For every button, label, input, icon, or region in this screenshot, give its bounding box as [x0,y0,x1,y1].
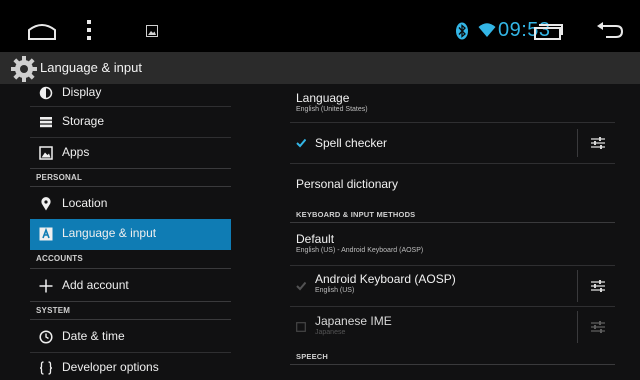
storage-icon [40,117,52,128]
divider [290,364,615,365]
section-header-accounts: ACCOUNTS [36,254,83,263]
sidebar-item-location[interactable]: Location [30,189,231,220]
divider [30,186,231,187]
bluetooth-icon [456,22,468,40]
wifi-icon [478,23,496,37]
pref-android-keyboard[interactable]: Android Keyboard (AOSP) English (US) [290,266,615,306]
sidebar-item-developer-options[interactable]: Developer options [30,353,231,380]
pref-title: Japanese IME [315,314,392,328]
pref-summary: English (US) - Android Keyboard (AOSP) [296,247,424,254]
content-area: Display Storage Apps PERSONAL Location L… [0,84,640,380]
divider [577,129,578,157]
japanese-ime-settings-icon[interactable] [590,320,606,334]
pref-title: Personal dictionary [296,177,399,191]
pref-summary: English (US) [315,287,355,294]
sidebar-item-label: Display [62,85,102,99]
preferences-pane: Language English (United States) Spell c… [290,84,615,380]
sidebar-item-label: Date & time [62,329,125,343]
android-keyboard-settings-icon[interactable] [590,279,606,293]
section-header-personal: PERSONAL [36,173,83,182]
home-icon[interactable] [27,21,57,41]
add-icon [39,279,53,293]
japanese-ime-checkbox[interactable] [296,322,306,332]
category-keyboard-input-methods: KEYBOARD & INPUT METHODS [296,210,416,219]
divider [30,319,231,320]
divider [30,168,231,169]
back-icon[interactable] [596,21,624,39]
pref-summary: Japanese [315,329,346,336]
braces-icon [39,361,53,375]
sidebar-item-label: Apps [62,145,90,159]
divider [30,301,231,302]
pref-title: Android Keyboard (AOSP) [315,272,456,286]
spell-checker-settings-icon[interactable] [590,136,606,150]
settings-sidebar: Display Storage Apps PERSONAL Location L… [30,84,231,380]
section-header-system: SYSTEM [36,306,71,315]
spell-checker-checkbox[interactable] [296,138,306,148]
sidebar-item-label: Storage [62,114,105,128]
pref-spell-checker[interactable]: Spell checker [290,123,615,163]
display-icon [39,86,53,100]
recent-apps-icon[interactable] [534,24,564,40]
screenshot-icon [146,25,158,37]
language-icon [39,227,53,241]
status-bar: 09:53 [0,0,640,48]
divider [577,270,578,302]
divider [577,311,578,343]
apps-icon [39,146,53,160]
clock-icon [39,330,53,344]
pref-default-keyboard[interactable]: Default English (US) - Android Keyboard … [290,223,615,263]
pref-summary: English (United States) [296,106,368,113]
category-speech: SPEECH [296,352,329,361]
sidebar-item-label: Location [62,196,108,210]
pref-title: Spell checker [315,136,388,150]
sidebar-item-language-input[interactable]: Language & input [30,219,231,250]
pref-title: Default [296,232,335,246]
pref-japanese-ime[interactable]: Japanese IME Japanese [290,307,615,347]
sidebar-item-label: Add account [62,278,129,292]
pref-personal-dictionary[interactable]: Personal dictionary [290,164,615,202]
sidebar-item-label: Language & input [62,226,157,240]
page-title: Language & input [40,60,142,75]
android-keyboard-checkbox[interactable] [296,281,306,291]
sidebar-item-date-time[interactable]: Date & time [30,322,231,353]
sidebar-item-add-account[interactable]: Add account [30,271,231,302]
pref-title: Language [296,91,350,105]
sidebar-item-label: Developer options [62,360,159,374]
sidebar-item-apps[interactable]: Apps [30,138,231,169]
sidebar-item-display[interactable]: Display [30,78,231,109]
divider [30,268,231,269]
sidebar-item-storage[interactable]: Storage [30,107,231,138]
menu-icon[interactable] [84,19,94,41]
location-icon [41,197,51,211]
pref-language[interactable]: Language English (United States) [290,84,615,122]
